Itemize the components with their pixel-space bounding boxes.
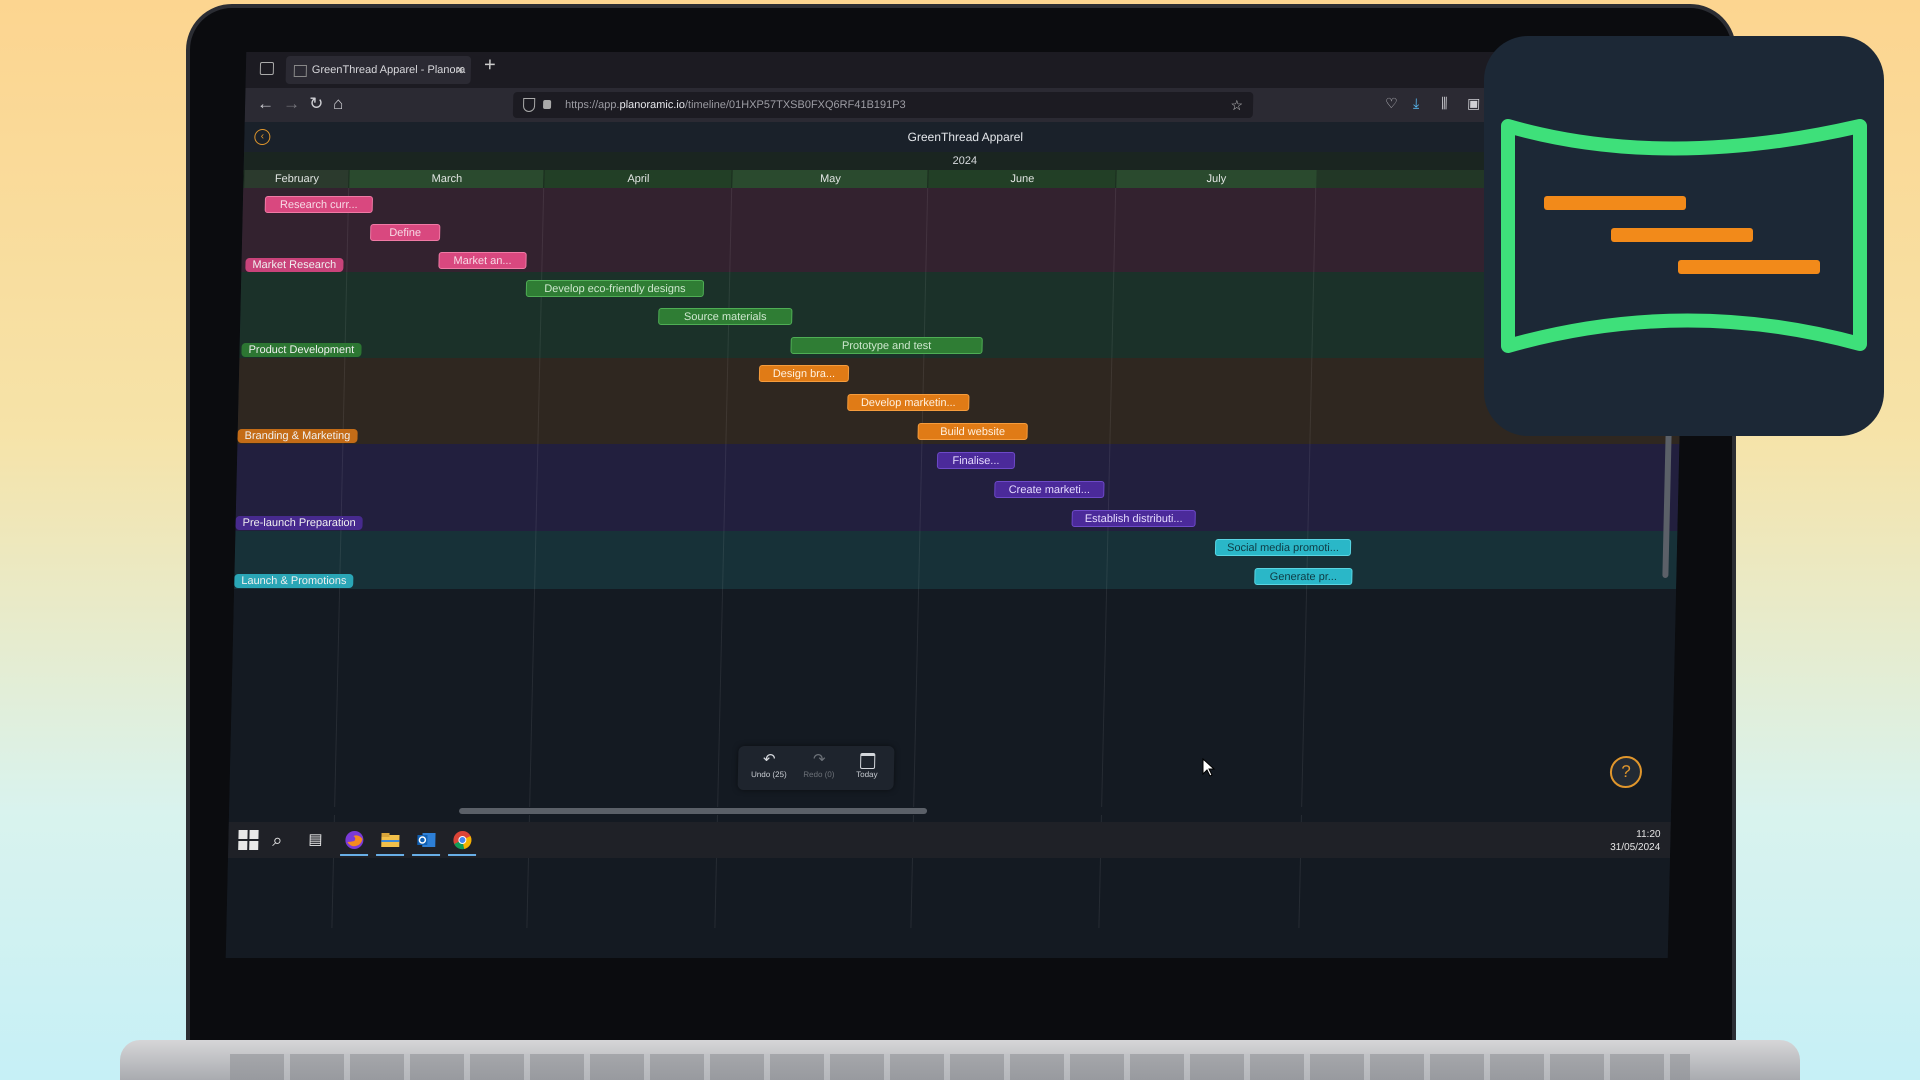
year-header: 2024 xyxy=(243,152,1687,170)
close-tab-icon[interactable]: × xyxy=(456,56,464,84)
task-bar[interactable]: Establish distributi... xyxy=(1071,510,1196,527)
task-bar[interactable]: Develop eco-friendly designs xyxy=(525,280,705,297)
redo-button[interactable]: ↷ Redo (0) xyxy=(794,750,845,779)
group-label-branding-marketing[interactable]: Branding & Marketing xyxy=(237,429,358,443)
active-app-indicator xyxy=(376,854,405,856)
planoramic-logo-icon xyxy=(1501,119,1867,353)
library-icon[interactable]: ⫼ xyxy=(1441,95,1448,112)
clock-date: 31/05/2024 xyxy=(1610,842,1661,853)
list-tabs-icon[interactable] xyxy=(259,62,275,75)
task-bar[interactable]: Build website xyxy=(917,423,1028,440)
help-button[interactable]: ? xyxy=(1609,756,1643,788)
redo-label: Redo (0) xyxy=(803,770,835,779)
task-bar[interactable]: Create marketi... xyxy=(994,481,1105,498)
laptop-screen: GreenThread Apparel - Planora × + ⌄ ← → … xyxy=(225,52,1689,958)
windows-start-icon[interactable] xyxy=(238,830,259,850)
planoramic-logo-card xyxy=(1484,36,1884,436)
active-app-indicator xyxy=(340,854,369,856)
task-bar[interactable]: Finalise... xyxy=(936,452,1016,469)
chrome-icon[interactable] xyxy=(452,830,472,850)
active-app-indicator xyxy=(448,854,477,856)
lock-icon[interactable] xyxy=(542,100,552,109)
task-bar[interactable]: Research curr... xyxy=(264,196,374,213)
arrow-left-icon[interactable]: ← xyxy=(257,94,274,114)
new-tab-button[interactable]: + xyxy=(484,54,496,77)
file-explorer-icon[interactable] xyxy=(380,830,400,850)
undo-icon: ↶ xyxy=(762,751,776,768)
month-header: February March April May June July xyxy=(243,170,1686,188)
url-bar[interactable]: https://app.planoramic.io/timeline/01HXP… xyxy=(512,92,1254,118)
search-icon[interactable]: ⌕ xyxy=(272,830,292,850)
task-bar[interactable]: Generate pr... xyxy=(1254,568,1353,585)
os-taskbar: ⌕ ▤ 11:20 31/05/2024 xyxy=(227,822,1671,858)
band-launch-promotions xyxy=(234,531,1678,589)
browser-nav-bar: ← → ↻ ⌂ https://app.planoramic.io/timeli… xyxy=(244,88,1688,122)
browser-tab[interactable]: GreenThread Apparel - Planora × xyxy=(285,56,472,84)
reload-icon[interactable]: ↻ xyxy=(309,94,324,114)
mouse-cursor-icon xyxy=(1202,758,1216,777)
timeline-app: ‹ GreenThread Apparel 2024 February Marc… xyxy=(225,122,1687,958)
horizontal-scrollbar[interactable] xyxy=(458,808,928,814)
tab-title: GreenThread Apparel - Planora xyxy=(311,64,466,76)
group-label-pre-launch-preparation[interactable]: Pre-launch Preparation xyxy=(235,516,363,530)
shield-icon[interactable] xyxy=(522,98,536,112)
task-bar[interactable]: Develop marketin... xyxy=(847,394,970,411)
undo-button[interactable]: ↶ Undo (25) xyxy=(744,750,795,779)
undo-redo-toolbar: ↶ Undo (25) ↷ Redo (0) Today xyxy=(737,746,895,790)
month-july: July xyxy=(1115,170,1317,188)
firefox-icon[interactable] xyxy=(344,830,364,850)
favicon-icon xyxy=(293,65,307,77)
task-bar[interactable]: Social media promoti... xyxy=(1214,539,1352,556)
active-app-indicator xyxy=(412,854,441,856)
month-june: June xyxy=(927,170,1117,188)
task-bar[interactable]: Market an... xyxy=(438,252,527,269)
app-header: ‹ GreenThread Apparel xyxy=(244,122,1687,152)
task-bar[interactable]: Source materials xyxy=(658,308,793,325)
pocket-icon[interactable]: ♡ xyxy=(1385,95,1398,112)
group-label-launch-promotions[interactable]: Launch & Promotions xyxy=(234,574,354,588)
task-bar[interactable]: Prototype and test xyxy=(790,337,983,354)
system-clock[interactable]: 11:20 31/05/2024 xyxy=(1610,828,1661,854)
sidebar-icon[interactable]: ▣ xyxy=(1467,95,1481,112)
redo-icon: ↷ xyxy=(812,751,826,768)
laptop-keyboard xyxy=(230,1054,1690,1080)
month-may: May xyxy=(731,170,929,188)
undo-label: Undo (25) xyxy=(750,770,787,779)
task-bar[interactable]: Define xyxy=(369,224,441,241)
home-icon[interactable]: ⌂ xyxy=(333,94,344,114)
calendar-icon xyxy=(842,750,892,770)
url-path: /timeline/01HXP57TXSB0FXQ6RF41B191P3 xyxy=(684,99,906,111)
download-icon[interactable]: ⤓ xyxy=(1413,95,1420,112)
task-view-icon[interactable]: ▤ xyxy=(308,830,328,850)
group-label-product-development[interactable]: Product Development xyxy=(241,343,362,357)
today-label: Today xyxy=(856,770,878,779)
clock-time: 11:20 xyxy=(1636,829,1661,840)
horizontal-scroll-track xyxy=(228,807,1672,815)
url-domain: planoramic.io xyxy=(619,99,686,111)
browser-tab-bar: GreenThread Apparel - Planora × + ⌄ xyxy=(245,52,1689,88)
month-march: March xyxy=(348,170,545,188)
arrow-right-icon[interactable]: → xyxy=(283,94,300,114)
url-prefix: https://app. xyxy=(564,99,620,111)
outlook-icon[interactable] xyxy=(416,830,436,850)
month-april: April xyxy=(543,170,733,188)
month-february: February xyxy=(243,170,350,188)
page-title: GreenThread Apparel xyxy=(907,130,1024,144)
group-label-market-research[interactable]: Market Research xyxy=(245,258,344,272)
star-icon[interactable]: ☆ xyxy=(1230,92,1243,118)
today-button[interactable]: Today xyxy=(842,750,893,779)
task-bar[interactable]: Design bra... xyxy=(758,365,850,382)
